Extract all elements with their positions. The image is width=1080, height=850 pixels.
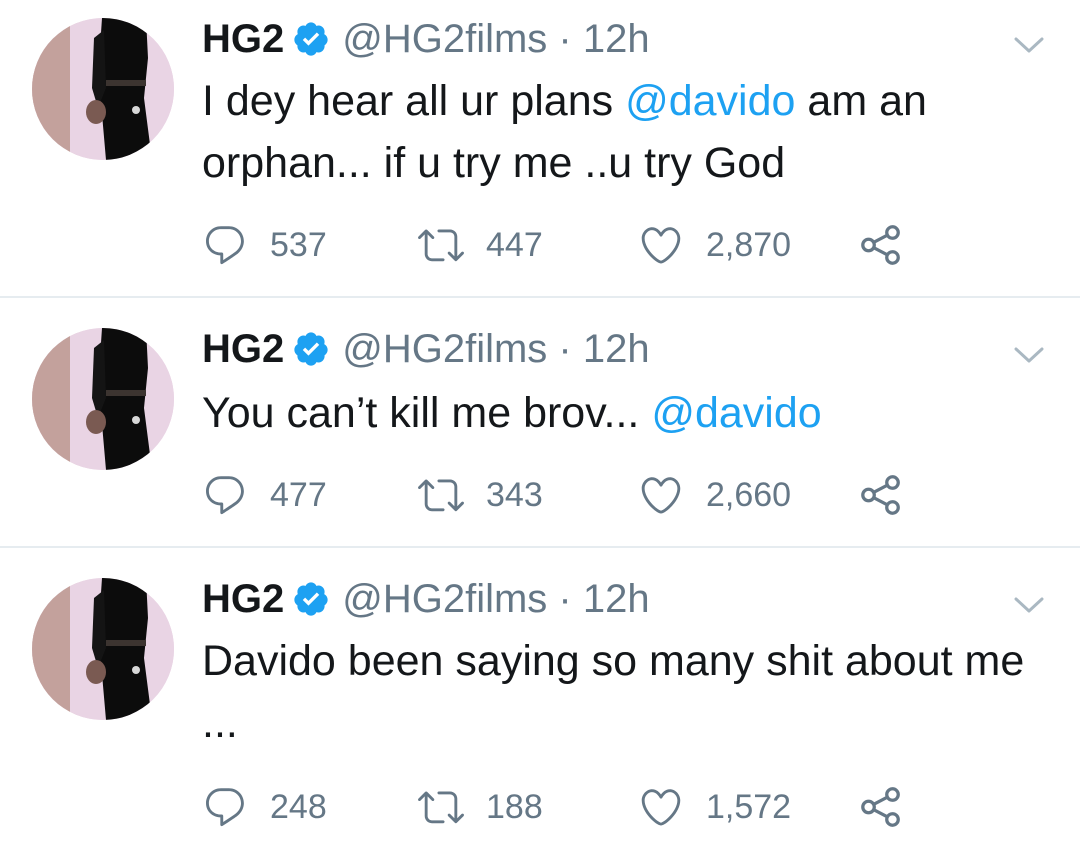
chevron-down-icon[interactable] [1012, 344, 1046, 366]
retweet-count: 188 [486, 787, 543, 826]
chevron-down-icon[interactable] [1012, 594, 1046, 616]
reply-button[interactable]: 537 [202, 220, 327, 270]
heart-icon [641, 227, 681, 264]
handle-and-time[interactable]: @HG2films · 12h [342, 577, 649, 622]
share-button[interactable] [858, 470, 904, 520]
reply-icon [206, 226, 244, 265]
heart-icon [641, 789, 681, 826]
display-name[interactable]: HG2 [202, 17, 284, 62]
tweet[interactable]: HG2 @HG2films · 12h You can’t kill me br… [0, 298, 1080, 546]
retweet-count: 343 [486, 475, 543, 514]
tweet-text: Davido been saying so many shit about me… [202, 630, 1052, 754]
mention-link[interactable]: @davido [625, 77, 795, 125]
retweet-button[interactable]: 188 [418, 782, 543, 832]
handle-and-time[interactable]: @HG2films · 12h [342, 17, 649, 62]
avatar[interactable] [32, 18, 174, 160]
retweet-icon [418, 229, 464, 262]
like-count: 1,572 [706, 787, 792, 826]
reply-button[interactable]: 477 [202, 470, 327, 520]
retweet-icon [418, 791, 464, 824]
share-button[interactable] [858, 782, 904, 832]
reply-count: 477 [270, 475, 327, 514]
tweet-text: You can’t kill me brov... @davido [202, 382, 1052, 444]
reply-icon [206, 788, 244, 827]
reply-button[interactable]: 248 [202, 782, 327, 832]
tweet-header: HG2 @HG2films · 12h [202, 324, 650, 374]
tweet[interactable]: HG2 @HG2films · 12h Davido been saying s… [0, 548, 1080, 850]
reply-count: 248 [270, 787, 327, 826]
like-button[interactable]: 2,660 [638, 470, 791, 520]
like-count: 2,870 [706, 225, 792, 264]
tweet-header: HG2 @HG2films · 12h [202, 574, 650, 624]
heart-icon [641, 477, 681, 514]
tweet-actions: 537 447 2,870 [202, 220, 922, 270]
share-icon [861, 475, 900, 515]
retweet-count: 447 [486, 225, 543, 264]
retweet-button[interactable]: 343 [418, 470, 543, 520]
share-icon [861, 225, 900, 265]
retweet-button[interactable]: 447 [418, 220, 543, 270]
verified-badge-icon [292, 330, 330, 368]
tweet-header: HG2 @HG2films · 12h [202, 14, 650, 64]
chevron-down-icon[interactable] [1012, 34, 1046, 56]
like-button[interactable]: 1,572 [638, 782, 791, 832]
tweet[interactable]: HG2 @HG2films · 12h I dey hear all ur pl… [0, 0, 1080, 296]
tweet-text: I dey hear all ur plans @davido am an or… [202, 70, 1052, 194]
verified-badge-icon [292, 20, 330, 58]
handle-and-time[interactable]: @HG2films · 12h [342, 327, 649, 372]
like-button[interactable]: 2,870 [638, 220, 791, 270]
avatar[interactable] [32, 328, 174, 470]
avatar[interactable] [32, 578, 174, 720]
tweet-actions: 248 188 1,572 [202, 782, 922, 832]
verified-badge-icon [292, 580, 330, 618]
share-icon [861, 787, 900, 827]
reply-count: 537 [270, 225, 327, 264]
retweet-icon [418, 479, 464, 512]
mention-link[interactable]: @davido [651, 389, 821, 437]
display-name[interactable]: HG2 [202, 327, 284, 372]
tweet-actions: 477 343 2,660 [202, 470, 922, 520]
tweet-text-part: Davido been saying so many shit about me… [202, 637, 1025, 747]
tweet-text-part: I dey hear all ur plans [202, 77, 626, 125]
share-button[interactable] [858, 220, 904, 270]
display-name[interactable]: HG2 [202, 577, 284, 622]
like-count: 2,660 [706, 475, 792, 514]
tweet-text-part: You can’t kill me brov... [202, 389, 652, 437]
reply-icon [206, 476, 244, 515]
